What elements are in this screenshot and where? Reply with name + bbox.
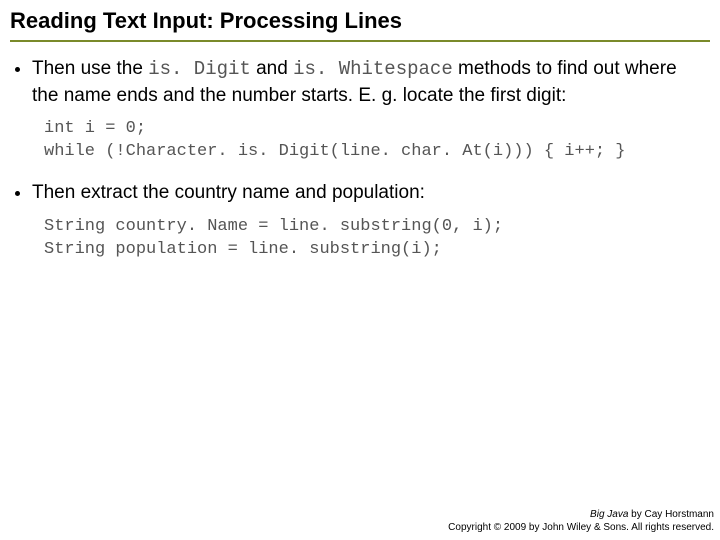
footer: Big Java by Cay Horstmann Copyright © 20… — [448, 509, 714, 534]
title-underline-olive — [10, 40, 710, 42]
code-block-1: int i = 0; while (!Character. is. Digit(… — [44, 118, 710, 164]
slide: Reading Text Input: Processing Lines The… — [0, 0, 720, 262]
bullet-1-code-1: is. Digit — [148, 58, 251, 80]
bullet-list: Then use the is. Digit and is. Whitespac… — [10, 56, 710, 108]
footer-book-title: Big Java — [590, 509, 628, 520]
bullet-1-text-pre: Then use the — [32, 58, 148, 79]
title-underline — [10, 40, 710, 42]
footer-author: by Cay Horstmann — [628, 509, 714, 520]
bullet-list-2: Then extract the country name and popula… — [10, 180, 710, 206]
code-1-line-2: while (!Character. is. Digit(line. char.… — [44, 142, 626, 161]
bullet-2: Then extract the country name and popula… — [32, 180, 706, 206]
footer-line-1: Big Java by Cay Horstmann — [448, 509, 714, 522]
bullet-1-code-2: is. Whitespace — [293, 58, 453, 80]
code-2-line-1: String country. Name = line. substring(0… — [44, 217, 503, 236]
footer-copyright: Copyright © 2009 by John Wiley & Sons. A… — [448, 522, 714, 535]
code-2-line-2: String population = line. substring(i); — [44, 240, 442, 259]
code-block-2: String country. Name = line. substring(0… — [44, 216, 710, 262]
code-1-line-1: int i = 0; — [44, 119, 146, 138]
bullet-1: Then use the is. Digit and is. Whitespac… — [32, 56, 706, 108]
slide-title: Reading Text Input: Processing Lines — [10, 8, 710, 38]
bullet-1-text-mid: and — [251, 58, 293, 79]
